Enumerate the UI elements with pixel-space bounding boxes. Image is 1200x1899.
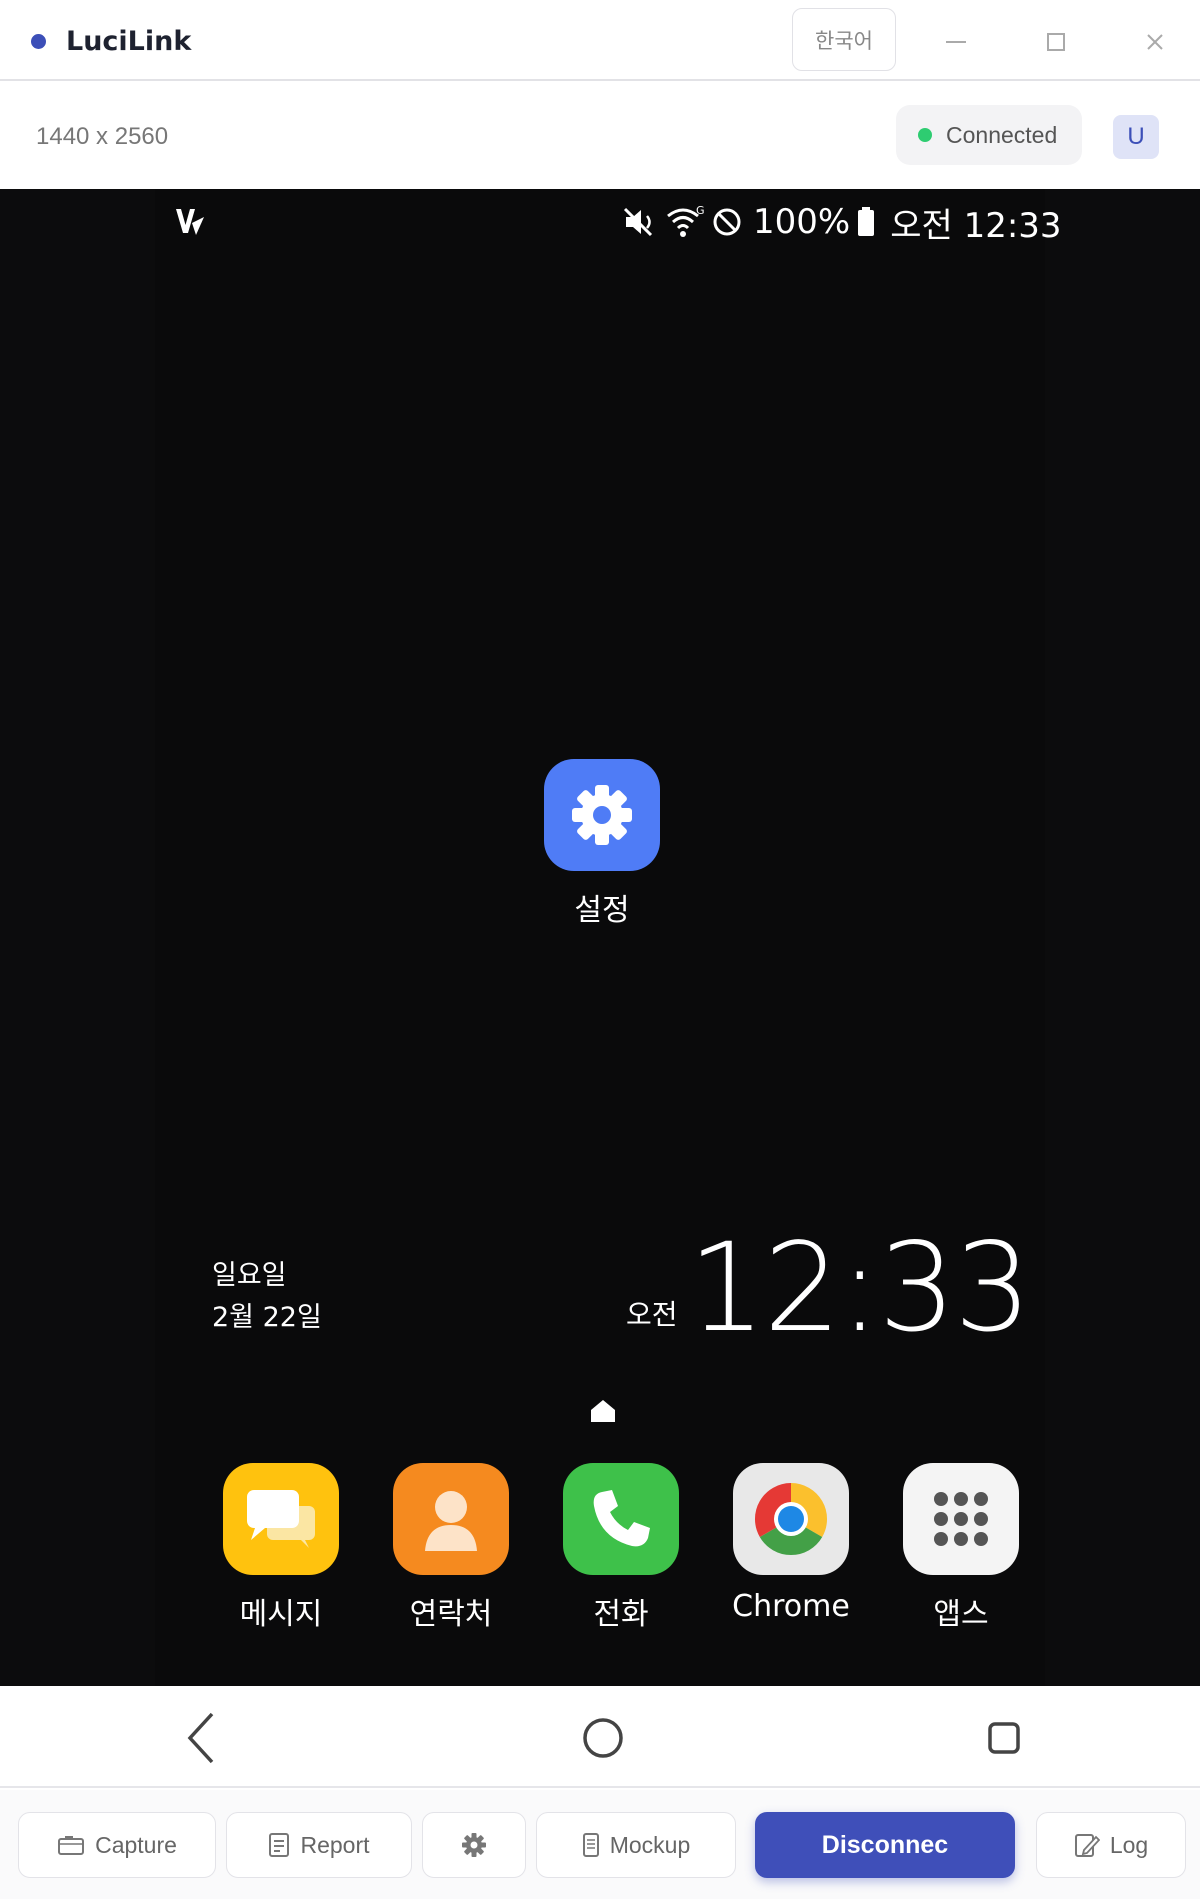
mute-icon	[623, 206, 659, 238]
info-bar: 1440 x 2560 Connected U	[0, 81, 1200, 189]
user-avatar[interactable]: U	[1113, 115, 1159, 159]
status-bar-right: G 100% 오전 12:33	[623, 199, 1062, 246]
disconnect-label: Disconnec	[821, 1830, 949, 1859]
bottom-toolbar: Capture Report Mockup Disconnec Log	[0, 1790, 1200, 1899]
weekday-label: 일요일	[212, 1260, 287, 1291]
app-logo-dot	[31, 34, 46, 49]
app-title: LuciLink	[66, 26, 192, 57]
connection-status-text: Connected	[946, 121, 1058, 148]
title-bar: LuciLink 한국어	[0, 0, 1200, 81]
dock-label-contacts: 연락처	[409, 1597, 493, 1632]
v-logo-icon	[174, 203, 206, 239]
report-label: Report	[300, 1831, 370, 1858]
dock-item-phone[interactable]: 전화	[536, 1463, 706, 1633]
date-widget[interactable]: 일요일 2월 22일	[212, 1255, 322, 1339]
close-button[interactable]	[1135, 22, 1175, 62]
settings-button[interactable]	[422, 1812, 526, 1878]
mockup-label: Mockup	[609, 1831, 691, 1858]
settings-app[interactable]: 설정	[544, 759, 660, 929]
nav-back-button[interactable]	[172, 1708, 232, 1768]
log-label: Log	[1109, 1831, 1149, 1858]
dock-label-messages: 메시지	[239, 1597, 323, 1632]
settings-app-label: 설정	[574, 893, 630, 928]
dock-item-contacts[interactable]: 연락처	[366, 1463, 536, 1633]
messages-icon	[223, 1463, 339, 1575]
battery-icon	[856, 206, 876, 238]
mockup-button[interactable]: Mockup	[536, 1812, 736, 1878]
nav-home-button[interactable]	[573, 1708, 633, 1768]
device-display	[155, 189, 1045, 1686]
dock-item-apps[interactable]: 앱스	[876, 1463, 1046, 1633]
clock-ampm: 오전	[626, 1298, 678, 1331]
home-page-indicator-icon	[589, 1398, 617, 1424]
recent-apps-icon	[988, 1722, 1020, 1754]
gear-icon	[460, 1831, 488, 1859]
disconnect-button[interactable]: Disconnec	[755, 1812, 1015, 1878]
status-dot	[918, 128, 932, 142]
camera-icon	[57, 1834, 85, 1856]
device-mockup-icon	[582, 1832, 600, 1858]
device-nav-bar	[0, 1686, 1200, 1788]
dock-label-apps: 앱스	[933, 1597, 989, 1632]
phone-icon	[563, 1463, 679, 1575]
minimize-icon	[946, 41, 966, 43]
dock-label-chrome: Chrome	[732, 1589, 850, 1624]
status-bar-clock: 오전 12:33	[890, 205, 1062, 246]
svg-text:G: G	[696, 205, 705, 217]
minimize-button[interactable]	[936, 22, 976, 62]
device-resolution: 1440 x 2560	[36, 123, 169, 150]
settings-gear-icon	[544, 759, 660, 871]
report-button[interactable]: Report	[226, 1812, 412, 1878]
clock-time[interactable]: 12:33	[688, 1217, 1032, 1359]
home-icon	[583, 1718, 623, 1758]
apps-grid-icon	[903, 1463, 1019, 1575]
close-icon	[1147, 34, 1163, 50]
capture-button[interactable]: Capture	[18, 1812, 216, 1878]
edit-log-icon	[1074, 1832, 1100, 1858]
chrome-icon	[733, 1463, 849, 1575]
device-screen[interactable]: G 100% 오전 12:33 설정 일요일 2월 22일 오전 12:33 메…	[0, 189, 1200, 1686]
app-dock: 메시지 연락처 전화 Chrome 앱스	[196, 1463, 1019, 1633]
dock-item-messages[interactable]: 메시지	[196, 1463, 366, 1633]
do-not-disturb-icon	[711, 206, 743, 238]
dock-label-phone: 전화	[593, 1597, 649, 1632]
battery-percentage: 100%	[753, 202, 851, 242]
nav-recent-apps-button[interactable]	[974, 1708, 1034, 1768]
connection-status-badge: Connected	[896, 105, 1082, 165]
maximize-icon	[1047, 33, 1065, 51]
contacts-icon	[393, 1463, 509, 1575]
maximize-button[interactable]	[1036, 22, 1076, 62]
wifi-icon: G	[665, 205, 705, 239]
capture-label: Capture	[95, 1831, 177, 1858]
language-button[interactable]: 한국어	[792, 8, 896, 71]
back-icon	[187, 1712, 214, 1764]
report-icon	[268, 1832, 290, 1858]
dock-item-chrome[interactable]: Chrome	[706, 1463, 876, 1624]
log-button[interactable]: Log	[1036, 1812, 1186, 1878]
date-label: 2월 22일	[212, 1302, 322, 1333]
